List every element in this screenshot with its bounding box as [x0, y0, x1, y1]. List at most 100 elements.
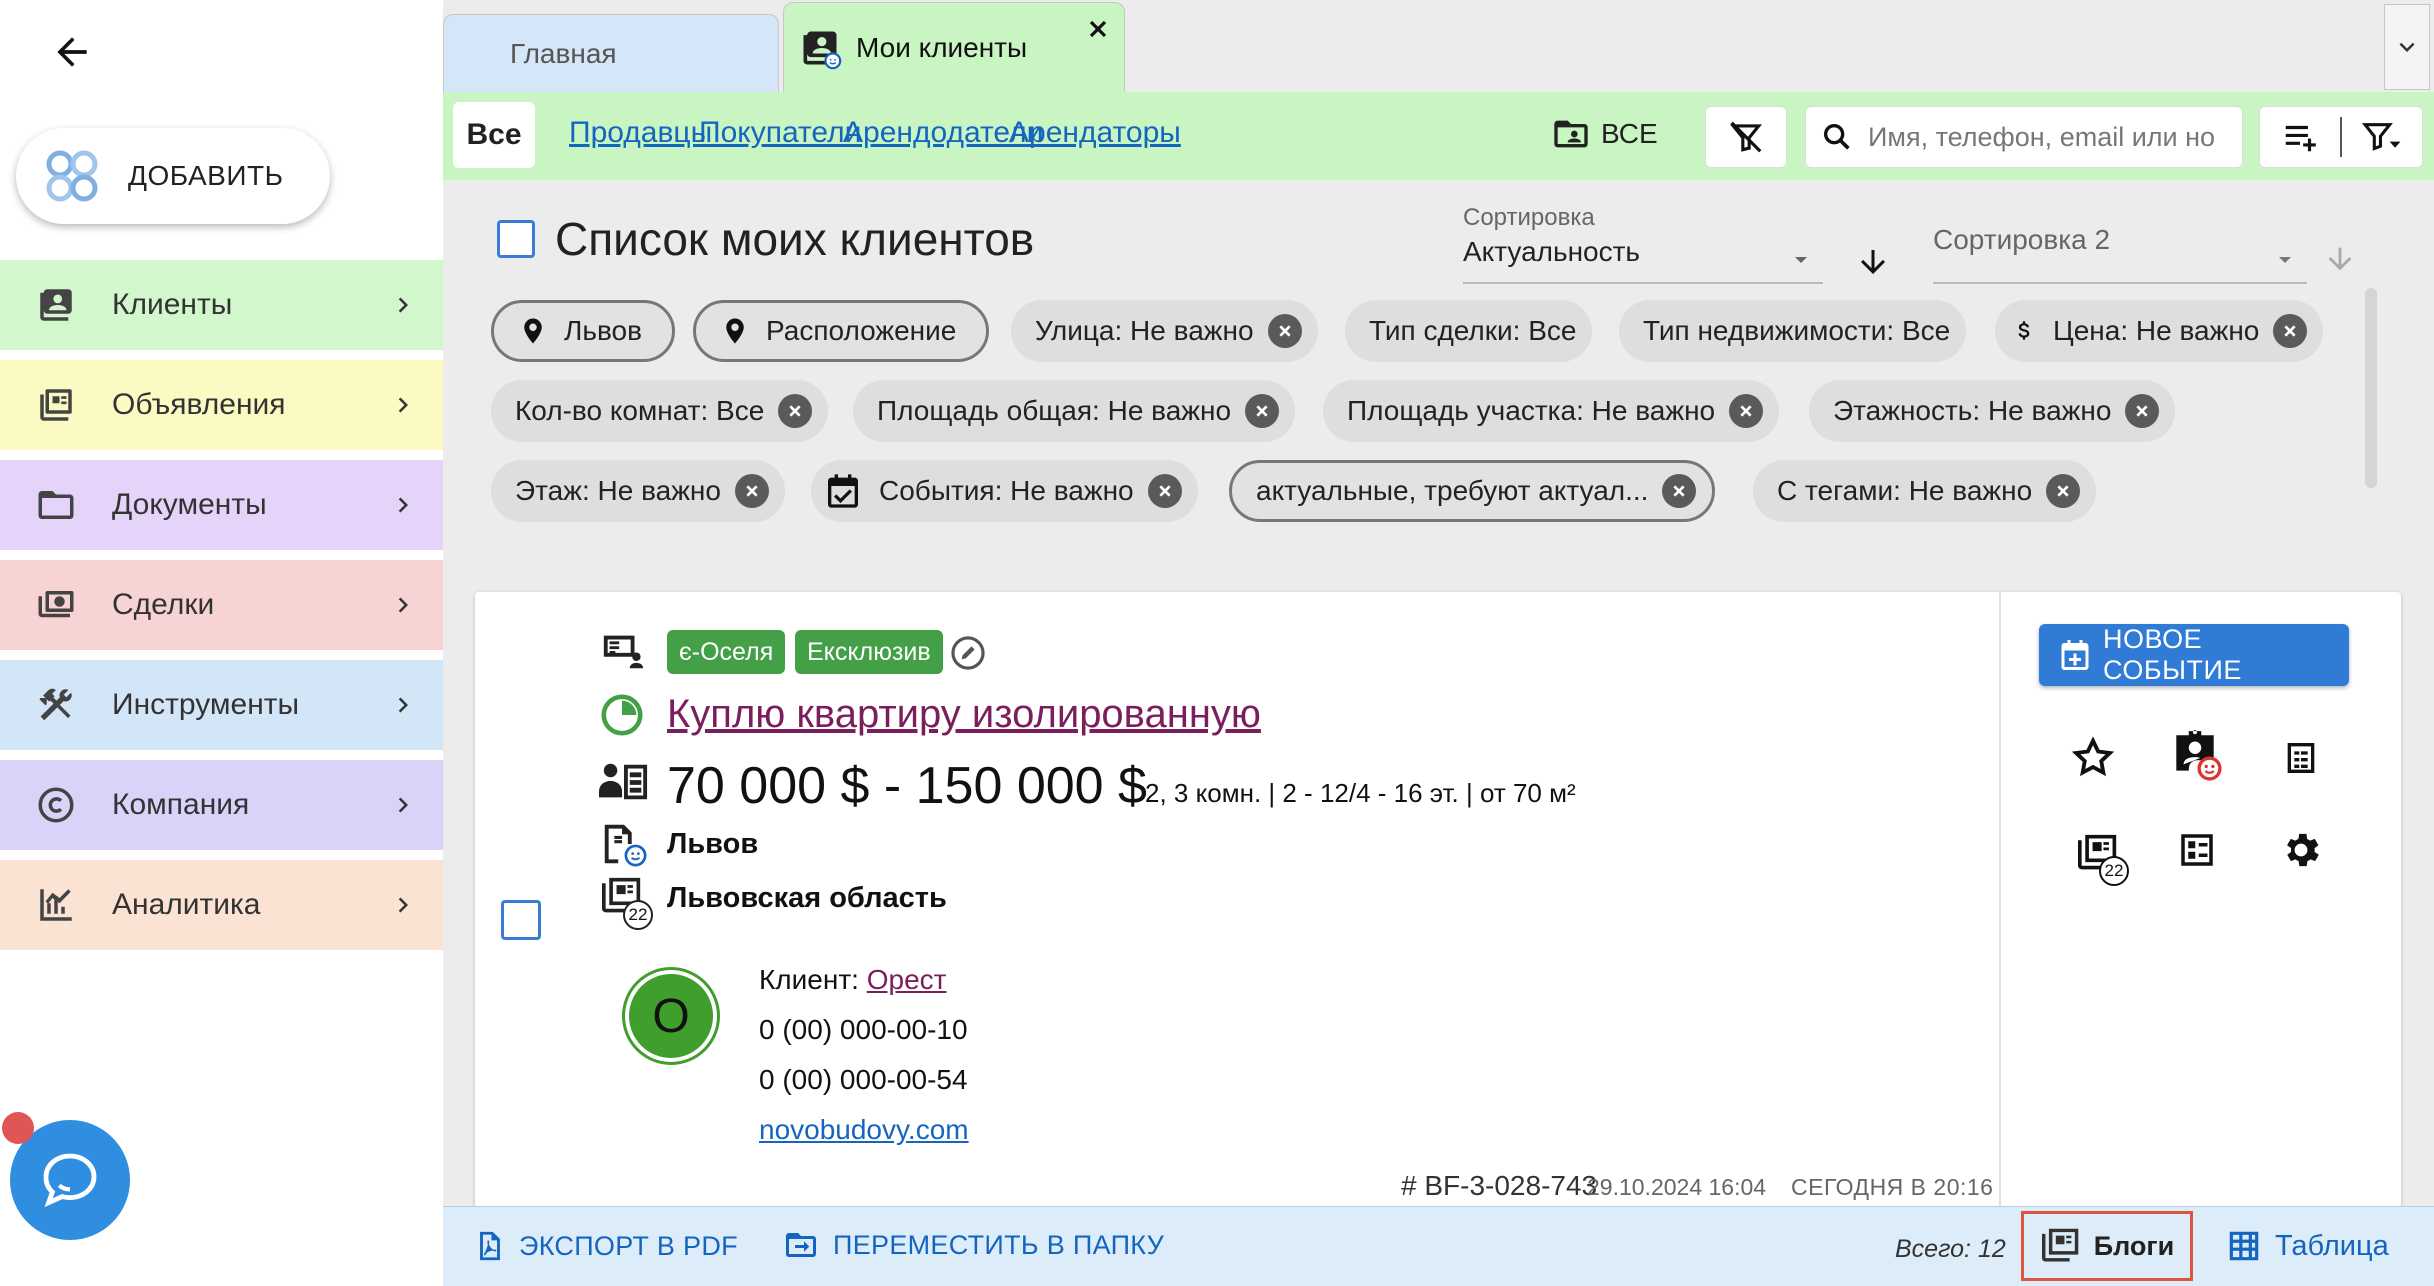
category-tenants[interactable]: Арендаторы: [1009, 116, 1181, 150]
settings-button[interactable]: [2269, 818, 2333, 882]
sidebar-item-listings[interactable]: Объявления: [0, 360, 443, 454]
chip-remove-button[interactable]: [1267, 314, 1302, 348]
chip-label: С тегами: Не важно: [1777, 475, 2033, 506]
calendar-plus-icon: [2061, 640, 2089, 670]
client-avatar: О: [622, 967, 720, 1065]
tab-home[interactable]: Главная: [443, 14, 779, 92]
chip-remove-button[interactable]: [2273, 314, 2308, 348]
tab-my-clients-label: Мои клиенты: [856, 31, 1028, 63]
chip-label: Улица: Не важно: [1035, 315, 1254, 346]
chip-remove-button[interactable]: [1147, 474, 1182, 508]
search-input[interactable]: [1868, 121, 2228, 153]
blogs-count-button[interactable]: 22: [2063, 818, 2133, 888]
sidebar-item-documents[interactable]: Документы: [0, 460, 443, 554]
sidebar-item-company[interactable]: Компания: [0, 760, 443, 854]
filter-chip-property-type[interactable]: Тип недвижимости: Все: [1619, 300, 1967, 362]
card-select-checkbox[interactable]: [501, 900, 541, 940]
sort-value: Сортировка 2: [1933, 224, 2111, 255]
select-all-checkbox[interactable]: [497, 220, 535, 258]
filter-chip-location[interactable]: Расположение: [693, 300, 990, 362]
filter-chip-total-area[interactable]: Площадь общая: Не важно: [853, 380, 1296, 442]
clear-filters-button[interactable]: [1705, 106, 1787, 168]
chips-scrollbar[interactable]: [2365, 288, 2377, 488]
chevron-right-icon: [398, 297, 408, 313]
filter-chip-deal-type[interactable]: Тип сделки: Все: [1345, 300, 1593, 362]
tab-close-button[interactable]: [1086, 17, 1110, 41]
sidebar-item-tools[interactable]: Инструменты: [0, 660, 443, 754]
close-icon: [789, 405, 801, 417]
details-button[interactable]: [2269, 726, 2333, 790]
card-city: Львов: [667, 828, 759, 860]
search-icon: [1823, 123, 1850, 150]
category-sellers[interactable]: Продавцы: [569, 116, 712, 150]
filter-chip-tags[interactable]: С тегами: Не важно: [1753, 460, 2097, 522]
export-pdf-button[interactable]: ЭКСПОРТ В PDF: [473, 1227, 738, 1265]
chip-remove-button[interactable]: [1662, 474, 1697, 508]
close-icon: [1256, 405, 1268, 417]
chevron-right-icon: [398, 397, 408, 413]
chip-remove-button[interactable]: [1729, 394, 1764, 428]
dropdown-arrow-icon: [1795, 257, 1807, 263]
sort-select-primary[interactable]: Сортировка Актуальность: [1463, 204, 1823, 284]
back-button[interactable]: [42, 22, 102, 82]
client-phone[interactable]: 0 (00) 000-00-54: [759, 1064, 968, 1096]
favorite-button[interactable]: [2061, 726, 2125, 790]
copyright-icon: [38, 787, 74, 823]
card-title-link[interactable]: Куплю квартиру изолированную: [667, 692, 1261, 737]
folder-filter-button[interactable]: ВСЕ: [1551, 114, 1658, 154]
chip-remove-button[interactable]: [2125, 394, 2160, 428]
sidebar-item-deals[interactable]: Сделки: [0, 560, 443, 654]
tab-my-clients[interactable]: Мои клиенты: [783, 2, 1125, 92]
sidebar-item-label: Сделки: [112, 588, 215, 621]
sidebar-item-clients[interactable]: Клиенты: [0, 260, 443, 354]
add-filter-button[interactable]: [2260, 118, 2340, 156]
sort-select-secondary[interactable]: Сортировка 2: [1933, 204, 2307, 284]
new-event-button[interactable]: НОВОЕ СОБЫТИЕ: [2039, 624, 2349, 686]
client-name-link[interactable]: Орест: [867, 964, 947, 995]
filter-chip-rooms[interactable]: Кол-во комнат: Все: [491, 380, 829, 442]
sidebar-item-analytics[interactable]: Аналитика: [0, 860, 443, 954]
chip-remove-button[interactable]: [734, 474, 769, 508]
filter-chip-price[interactable]: Цена: Не важно: [1995, 300, 2324, 362]
filter-chip-floor[interactable]: Этаж: Не важно: [491, 460, 785, 522]
category-buyers[interactable]: Покупатели: [699, 116, 861, 150]
filter-chip-storeys[interactable]: Этажность: Не важно: [1809, 380, 2176, 442]
add-button[interactable]: ДОБАВИТЬ: [16, 128, 330, 224]
view-blogs-button[interactable]: Блоги: [2021, 1211, 2193, 1281]
main-area: Главная Мои клиенты Все Продавцы Покупат…: [443, 0, 2434, 1286]
filter-chip-status[interactable]: актуальные, требуют актуал...: [1229, 460, 1716, 522]
tools-icon: [39, 688, 72, 721]
sort-direction-button[interactable]: [1855, 244, 1891, 280]
filter-chip-street[interactable]: Улица: Не важно: [1011, 300, 1318, 362]
filter-dropdown-icon: [2362, 123, 2401, 151]
sidebar-item-label: Компания: [112, 788, 250, 821]
chip-remove-button[interactable]: [778, 394, 813, 428]
filter-chip-events[interactable]: События: Не важно: [811, 460, 1198, 522]
edit-badges-button[interactable]: [949, 634, 987, 672]
chip-label: События: Не важно: [879, 475, 1134, 506]
new-event-label: НОВОЕ СОБЫТИЕ: [2102, 624, 2242, 685]
card-params: 2, 3 комн. | 2 - 12/4 - 16 эт. | от 70 м…: [1145, 778, 1576, 808]
chip-label: Тип недвижимости: Все: [1643, 315, 1951, 346]
filter-chip-plot-area[interactable]: Площадь участка: Не важно: [1323, 380, 1780, 442]
move-to-folder-button[interactable]: ПЕРЕМЕСТИТЬ В ПАПКУ: [781, 1227, 1164, 1263]
folder-account-icon: [1554, 120, 1588, 148]
tabs-dropdown-button[interactable]: [2384, 4, 2430, 90]
chip-remove-button[interactable]: [1245, 394, 1280, 428]
checklist-button[interactable]: [2165, 818, 2229, 882]
card-updated-date: СЕГОДНЯ В 20:16: [1791, 1174, 1994, 1200]
sort2-direction-button[interactable]: [2323, 242, 2357, 276]
sidebar-item-label: Клиенты: [112, 288, 233, 321]
filter-menu-button[interactable]: [2342, 118, 2422, 156]
client-site-link[interactable]: novobudovy.com: [759, 1114, 969, 1146]
category-filter-bar: Все Продавцы Покупатели Арендодатели Аре…: [443, 92, 2434, 180]
category-all[interactable]: Все: [453, 102, 535, 168]
client-phone[interactable]: 0 (00) 000-00-10: [759, 1014, 968, 1046]
view-table-button[interactable]: Таблица: [2225, 1227, 2389, 1265]
client-contact-button[interactable]: [2163, 722, 2227, 786]
chip-remove-button[interactable]: [2046, 474, 2081, 508]
tab-bar: Главная Мои клиенты: [443, 0, 2434, 92]
export-pdf-label: ЭКСПОРТ В PDF: [519, 1230, 738, 1261]
filter-chip-city[interactable]: Львов: [491, 300, 675, 362]
chip-label: Кол-во комнат: Все: [515, 395, 765, 426]
